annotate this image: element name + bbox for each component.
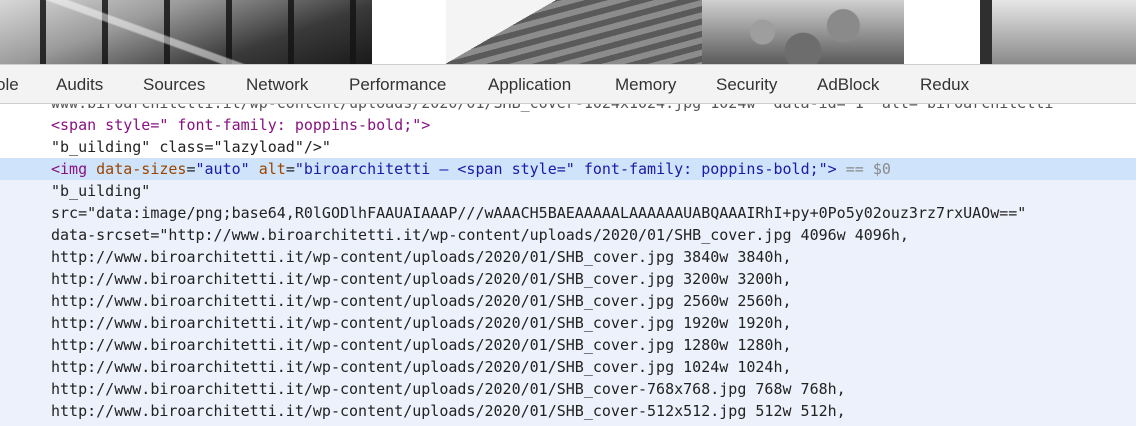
tab-audits[interactable]: Audits [56, 65, 103, 103]
dom-line-span-open[interactable]: <span style=" font-family: poppins-bold;… [0, 114, 1136, 136]
img-tag-open: <img [51, 160, 88, 178]
dom-line-text-node[interactable]: "b_uilding" class="lazyload"/>" [0, 136, 1136, 158]
dom-line-building[interactable]: "b_uilding" [0, 180, 1136, 202]
dom-line-url[interactable]: http://www.biroarchitetti.it/wp-content/… [0, 400, 1136, 422]
src-attribute: src="data:image/png;base64,R0lGODlhFAAUA… [51, 204, 1027, 222]
span-tag: <span style=" font-family: poppins-bold;… [51, 116, 431, 134]
building-photo-1 [0, 0, 372, 64]
dom-line-selected-img[interactable]: <img data-sizes="auto" alt="biroarchitet… [0, 158, 1136, 180]
dom-line-url[interactable]: http://www.biroarchitetti.it/wp-content/… [0, 312, 1136, 334]
dom-line-url[interactable]: http://www.biroarchitetti.it/wp-content/… [0, 268, 1136, 290]
srcset-url: http://www.biroarchitetti.it/wp-content/… [51, 270, 792, 288]
selected-node-marker: == $0 [836, 160, 891, 178]
page-preview-images [0, 0, 1136, 64]
srcset-url: http://www.biroarchitetti.it/wp-content/… [51, 292, 792, 310]
tab-memory[interactable]: Memory [615, 65, 676, 103]
dom-line-clipped[interactable]: www.biroarchitetti.it/wp-content/uploads… [0, 104, 1136, 114]
dom-line-url[interactable]: http://www.biroarchitetti.it/wp-content/… [0, 246, 1136, 268]
elements-dom-tree[interactable]: www.biroarchitetti.it/wp-content/uploads… [0, 104, 1136, 426]
dom-line-url[interactable]: http://www.biroarchitetti.it/wp-content/… [0, 334, 1136, 356]
building-text: "b_uilding" [51, 182, 151, 200]
building-photo-2 [446, 0, 702, 64]
building-photo-3 [980, 0, 1136, 64]
text-node: "b_uilding" class="lazyload"/>" [51, 138, 331, 156]
dom-line-url[interactable]: http://www.biroarchitetti.it/wp-content/… [0, 356, 1136, 378]
tab-sources[interactable]: Sources [143, 65, 205, 103]
dom-line-srcset[interactable]: data-srcset="http://www.biroarchitetti.i… [0, 224, 1136, 246]
image-gap [372, 0, 446, 64]
tab-performance[interactable]: Performance [349, 65, 446, 103]
srcset-url: http://www.biroarchitetti.it/wp-content/… [51, 336, 792, 354]
dom-line-url[interactable]: http://www.biroarchitetti.it/wp-content/… [0, 378, 1136, 400]
srcset-attribute: data-srcset="http://www.biroarchitetti.i… [51, 226, 909, 244]
dom-line-url[interactable]: http://www.biroarchitetti.it/wp-content/… [0, 290, 1136, 312]
srcset-url: http://www.biroarchitetti.it/wp-content/… [51, 358, 792, 376]
trees-photo [702, 0, 904, 64]
tab-application[interactable]: Application [488, 65, 571, 103]
attr-alt: alt [258, 160, 286, 178]
tab-console[interactable]: ole [0, 65, 19, 103]
tab-redux[interactable]: Redux [920, 65, 969, 103]
srcset-url: http://www.biroarchitetti.it/wp-content/… [51, 402, 846, 420]
attr-data-sizes: data-sizes [96, 160, 187, 178]
srcset-url: http://www.biroarchitetti.it/wp-content/… [51, 314, 792, 332]
dom-line-src[interactable]: src="data:image/png;base64,R0lGODlhFAAUA… [0, 202, 1136, 224]
clipped-text: www.biroarchitetti.it/wp-content/uploads… [51, 104, 1053, 114]
selected-img-node: <img data-sizes="auto" alt="biroarchitet… [51, 160, 891, 178]
attr-alt-value: "biroarchitetti – <span style=" font-fam… [294, 160, 837, 178]
devtools-tab-bar: ole Audits Sources Network Performance A… [0, 64, 1136, 104]
tab-network[interactable]: Network [246, 65, 308, 103]
image-gap [904, 0, 980, 64]
tab-security[interactable]: Security [716, 65, 777, 103]
srcset-url: http://www.biroarchitetti.it/wp-content/… [51, 248, 792, 266]
attr-data-sizes-value: "auto" [195, 160, 250, 178]
tab-adblock[interactable]: AdBlock [817, 65, 879, 103]
srcset-url: http://www.biroarchitetti.it/wp-content/… [51, 380, 846, 398]
